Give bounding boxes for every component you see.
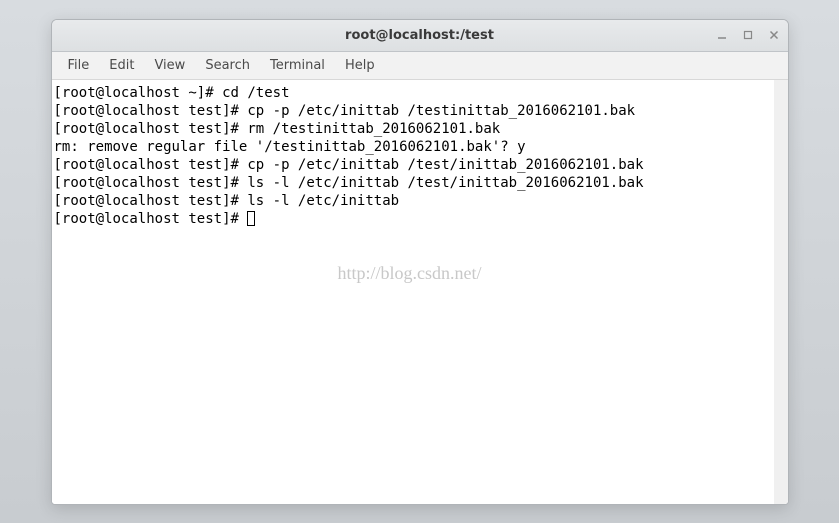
maximize-icon bbox=[743, 30, 753, 40]
terminal-line: [root@localhost ~]# cd /test bbox=[54, 84, 772, 102]
menu-help[interactable]: Help bbox=[335, 54, 385, 77]
terminal-line: [root@localhost test]# rm /testinittab_2… bbox=[54, 120, 772, 138]
menu-search[interactable]: Search bbox=[195, 54, 260, 77]
prompt-text: [root@localhost test]# bbox=[54, 211, 248, 227]
menu-edit[interactable]: Edit bbox=[99, 54, 144, 77]
menu-terminal[interactable]: Terminal bbox=[260, 54, 335, 77]
terminal-line: [root@localhost test]# cp -p /etc/initta… bbox=[54, 156, 772, 174]
menu-file[interactable]: File bbox=[58, 54, 100, 77]
window-controls bbox=[716, 29, 780, 41]
terminal-line: [root@localhost test]# ls -l /etc/initta… bbox=[54, 174, 772, 192]
menubar: File Edit View Search Terminal Help bbox=[52, 52, 788, 80]
minimize-icon bbox=[717, 30, 727, 40]
watermark-text: http://blog.csdn.net/ bbox=[338, 264, 482, 282]
terminal-line: [root@localhost test]# cp -p /etc/initta… bbox=[54, 102, 772, 120]
window-title: root@localhost:/test bbox=[345, 28, 494, 43]
close-icon bbox=[769, 30, 779, 40]
terminal-line: rm: remove regular file '/testinittab_20… bbox=[54, 138, 772, 156]
cursor-icon bbox=[247, 211, 255, 226]
terminal-line: [root@localhost test]# ls -l /etc/initta… bbox=[54, 192, 772, 210]
menu-view[interactable]: View bbox=[144, 54, 195, 77]
maximize-button[interactable] bbox=[742, 29, 754, 41]
minimize-button[interactable] bbox=[716, 29, 728, 41]
close-button[interactable] bbox=[768, 29, 780, 41]
terminal-window: root@localhost:/test File Edit View Sear… bbox=[51, 19, 789, 505]
terminal-area[interactable]: [root@localhost ~]# cd /test [root@local… bbox=[52, 80, 788, 504]
titlebar: root@localhost:/test bbox=[52, 20, 788, 52]
terminal-prompt-line: [root@localhost test]# bbox=[54, 210, 772, 228]
